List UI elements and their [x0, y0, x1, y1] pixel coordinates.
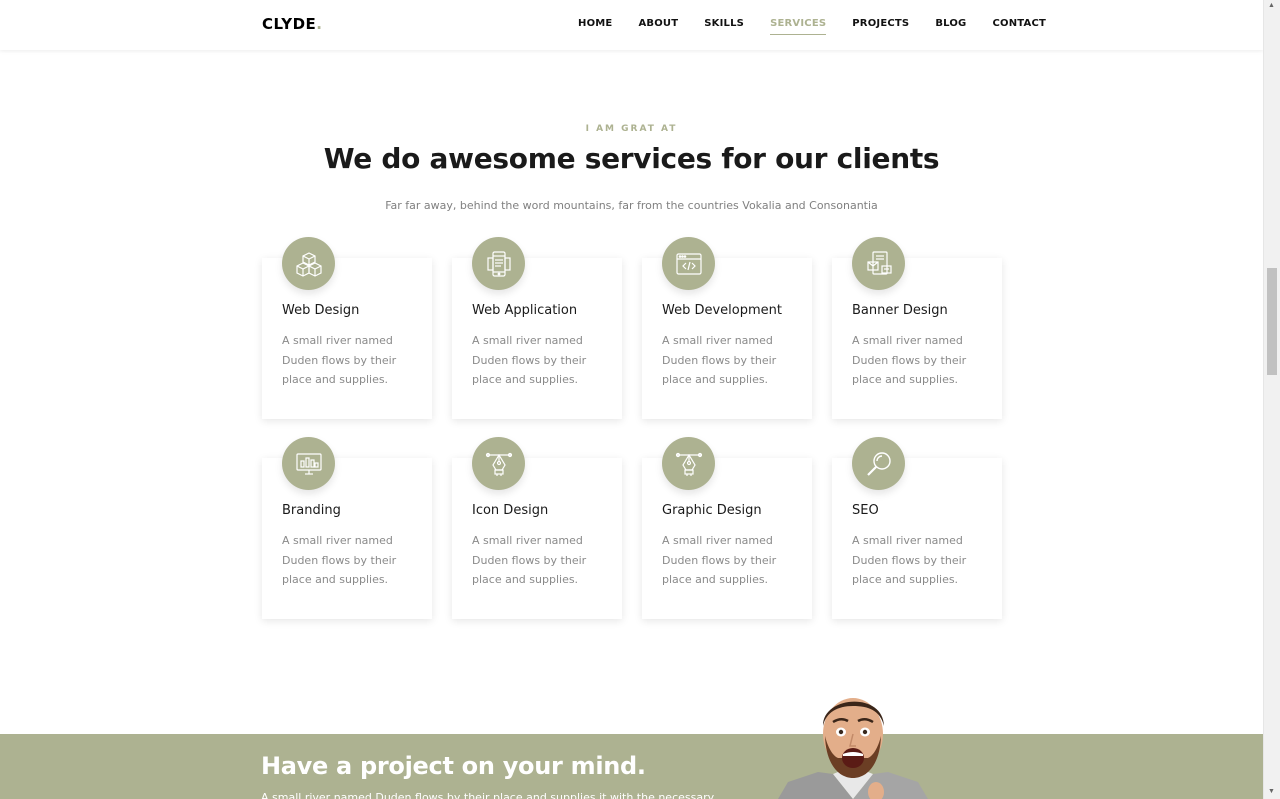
service-title: Branding — [282, 503, 341, 518]
service-title: Web Design — [282, 303, 360, 318]
service-card[interactable]: Branding A small river named Duden flows… — [262, 437, 432, 619]
service-title: SEO — [852, 503, 879, 518]
service-card[interactable]: Web Development A small river named Dude… — [642, 237, 812, 419]
person-photo — [778, 698, 928, 799]
scroll-up-arrow-icon[interactable]: ▲ — [1268, 2, 1275, 9]
nav-skills[interactable]: SKILLS — [704, 18, 744, 29]
pen-tool-icon — [472, 437, 525, 490]
service-card[interactable]: Banner Design A small river named Duden … — [832, 237, 1002, 419]
service-description: A small river named Duden flows by their… — [662, 334, 777, 386]
section-heading: We do awesome services for our clients — [323, 142, 940, 175]
cta-text: A small river named Duden flows by their… — [261, 791, 715, 799]
service-card[interactable]: Web Application A small river named Dude… — [452, 237, 622, 419]
service-description: A small river named Duden flows by their… — [852, 334, 967, 386]
pen-tool-icon — [662, 437, 715, 490]
magnifier-icon — [852, 437, 905, 490]
page: CLYDE. HOME ABOUT SKILLS SERVICES PROJEC… — [0, 0, 1263, 799]
service-description: A small river named Duden flows by their… — [472, 334, 587, 386]
service-title: Banner Design — [852, 303, 948, 318]
service-card[interactable]: SEO A small river named Duden flows by t… — [832, 437, 1002, 619]
cta-banner: Have a project on your mind. A small riv… — [0, 734, 1263, 799]
cta-title: Have a project on your mind. — [261, 752, 646, 780]
section-subheading: Far far away, behind the word mountains,… — [385, 199, 878, 212]
nav-home[interactable]: HOME — [578, 18, 612, 29]
navbar: CLYDE. HOME ABOUT SKILLS SERVICES PROJEC… — [0, 0, 1263, 50]
service-card[interactable]: Icon Design A small river named Duden fl… — [452, 437, 622, 619]
cubes-icon — [282, 237, 335, 290]
brand-logo[interactable]: CLYDE. — [262, 15, 323, 33]
scrollbar-thumb[interactable] — [1267, 268, 1277, 375]
brand-dot: . — [316, 15, 323, 33]
service-description: A small river named Duden flows by their… — [662, 534, 777, 586]
monitor-chart-icon — [282, 437, 335, 490]
scroll-down-arrow-icon[interactable]: ▼ — [1268, 788, 1275, 795]
service-title: Graphic Design — [662, 503, 762, 518]
nav-blog[interactable]: BLOG — [935, 18, 966, 29]
nav-services[interactable]: SERVICES — [770, 18, 827, 35]
banner-icon — [852, 237, 905, 290]
section-eyebrow: I AM GRAT AT — [585, 124, 678, 134]
nav-about[interactable]: ABOUT — [638, 18, 678, 29]
service-card[interactable]: Web Design A small river named Duden flo… — [262, 237, 432, 419]
main-nav: HOME ABOUT SKILLS SERVICES PROJECTS BLOG… — [578, 18, 1072, 35]
nav-projects[interactable]: PROJECTS — [852, 18, 909, 29]
service-description: A small river named Duden flows by their… — [472, 534, 587, 586]
service-card[interactable]: Graphic Design A small river named Duden… — [642, 437, 812, 619]
service-title: Web Development — [662, 303, 782, 318]
code-window-icon — [662, 237, 715, 290]
mobile-app-icon — [472, 237, 525, 290]
service-title: Icon Design — [472, 503, 549, 518]
service-title: Web Application — [472, 303, 578, 318]
page-scrollbar[interactable]: ▲ ▼ — [1263, 0, 1280, 799]
service-description: A small river named Duden flows by their… — [282, 334, 397, 386]
brand-name: CLYDE — [262, 15, 317, 33]
nav-contact[interactable]: CONTACT — [992, 18, 1046, 29]
service-description: A small river named Duden flows by their… — [282, 534, 397, 586]
service-description: A small river named Duden flows by their… — [852, 534, 967, 586]
